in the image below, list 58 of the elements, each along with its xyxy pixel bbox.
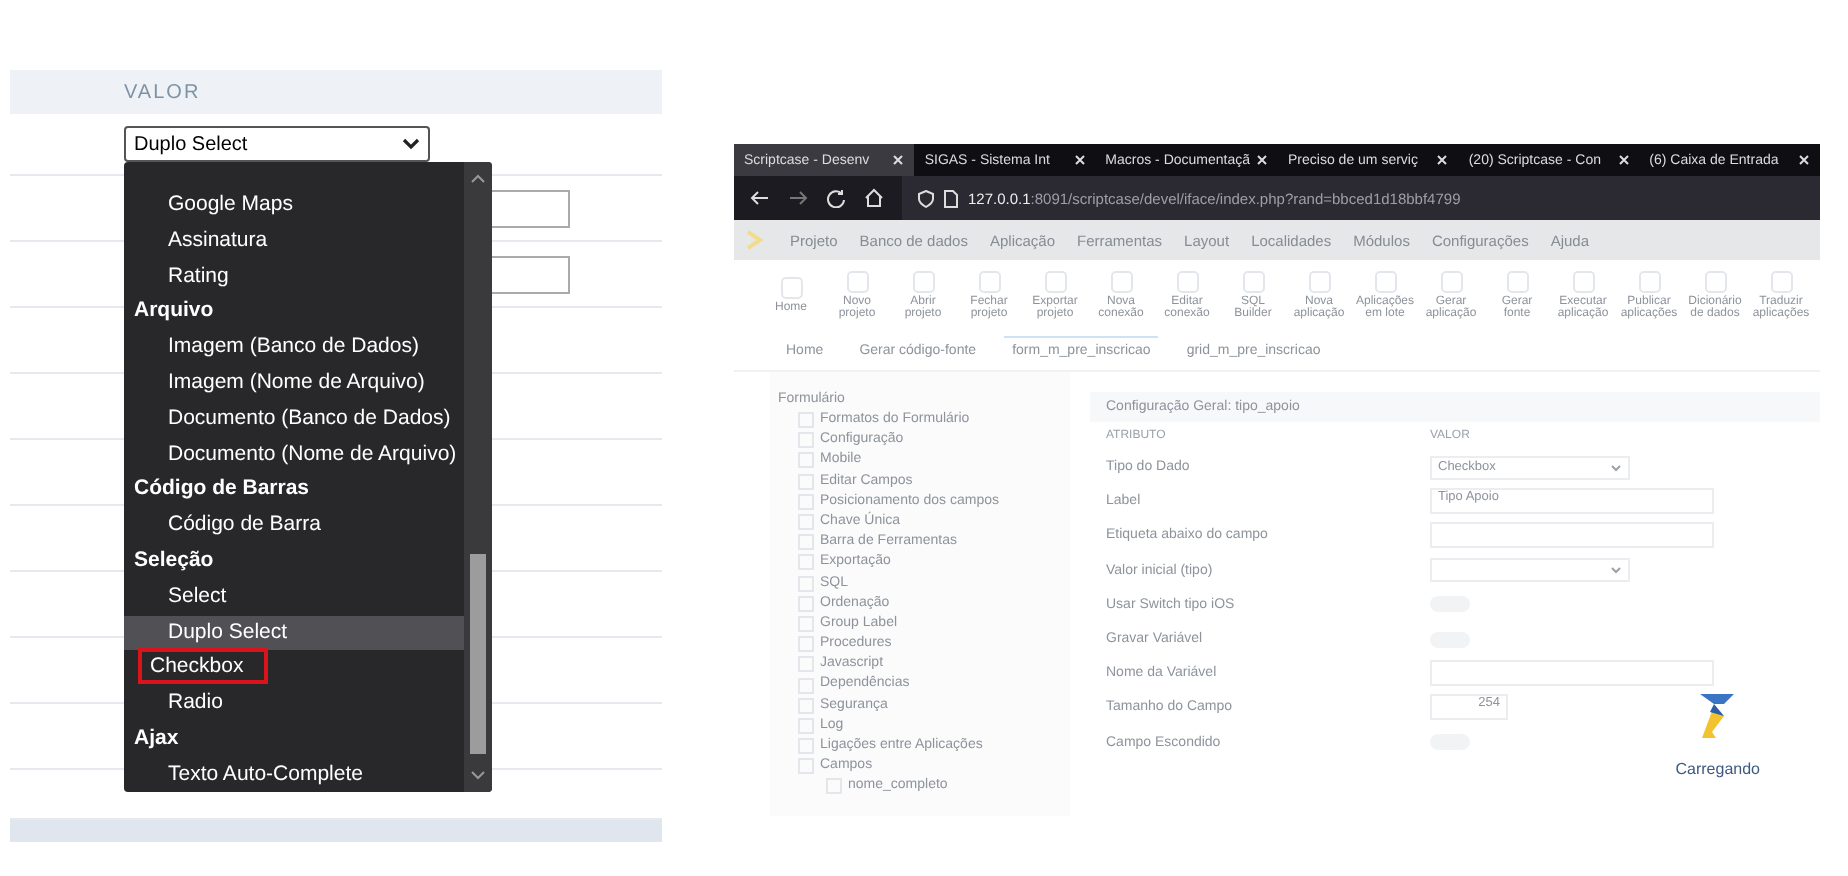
dropdown-option[interactable]: Select	[124, 579, 464, 616]
option-group-label: Arquivo	[132, 296, 216, 327]
toolbar-icon	[1571, 269, 1595, 293]
toolbar-icon	[1637, 269, 1661, 293]
dropdown-option[interactable]: Documento (Nome de Arquivo)	[124, 437, 464, 473]
close-icon[interactable]	[1073, 154, 1086, 166]
select-field[interactable]	[1430, 558, 1630, 583]
dropdown-option[interactable]: Rating	[124, 259, 464, 295]
chevron-icon	[1610, 463, 1622, 472]
dropdown-option[interactable]: Código de Barra	[124, 508, 464, 544]
dropdown-option[interactable]: Google Maps	[124, 188, 464, 224]
toolbar-icon	[1043, 269, 1067, 293]
back-icon[interactable]	[750, 188, 770, 208]
close-icon[interactable]	[892, 154, 905, 166]
toolbar-icon	[1769, 269, 1793, 293]
close-icon[interactable]	[1256, 154, 1269, 166]
dropdown-option[interactable]: Assinatura	[124, 223, 464, 260]
toolbar-icon	[1241, 269, 1265, 293]
home-icon[interactable]	[864, 188, 884, 208]
scroll-down-icon[interactable]	[470, 770, 486, 780]
shield-icon	[918, 189, 934, 207]
loading-label: Carregando	[1675, 760, 1760, 778]
option-group-label: Código de Barras	[132, 474, 312, 505]
dropdown-option[interactable]: Documento (Banco de Dados)	[124, 401, 464, 438]
scrollbar-thumb[interactable]	[470, 554, 486, 754]
toolbar-icon	[845, 269, 869, 293]
scrollbar[interactable]	[464, 162, 492, 792]
toolbar-icon	[779, 275, 803, 300]
toolbar-icon	[1703, 269, 1727, 293]
scroll-up-icon[interactable]	[470, 174, 486, 184]
option-group-label: Ajax	[132, 723, 181, 754]
dropdown-option[interactable]: Checkbox	[124, 650, 464, 687]
toolbar-icon	[1373, 269, 1397, 293]
close-icon[interactable]	[1436, 154, 1449, 166]
type-select[interactable]: Duplo Select	[124, 126, 430, 162]
close-icon[interactable]	[1798, 154, 1810, 166]
column-header: VALOR	[124, 81, 201, 103]
option-group-label: Seleção	[132, 545, 216, 576]
dropdown-option[interactable]: Imagem (Banco de Dados)	[124, 330, 464, 366]
toolbar-icon	[1505, 269, 1529, 293]
toolbar-icon	[1175, 269, 1199, 293]
chevron-icon	[402, 138, 420, 150]
page-icon	[944, 189, 958, 207]
loading-logo-icon	[1697, 692, 1738, 744]
close-icon[interactable]	[1617, 154, 1630, 166]
reload-icon[interactable]	[826, 188, 846, 208]
logo-icon	[744, 228, 768, 252]
toolbar-icon	[911, 269, 935, 293]
dropdown-option[interactable]: Duplo Select	[124, 615, 464, 651]
toolbar-icon	[1439, 269, 1463, 293]
dropdown-option[interactable]: Radio	[124, 686, 464, 722]
chevron-icon	[1610, 566, 1622, 575]
forward-icon[interactable]	[788, 188, 808, 208]
dropdown-option[interactable]: Imagem (Nome de Arquivo)	[124, 365, 464, 402]
toolbar-icon	[1109, 269, 1133, 293]
toolbar-icon	[977, 269, 1001, 293]
toolbar-icon	[1307, 269, 1331, 293]
dropdown-option[interactable]: Texto Auto-Complete	[124, 757, 464, 792]
